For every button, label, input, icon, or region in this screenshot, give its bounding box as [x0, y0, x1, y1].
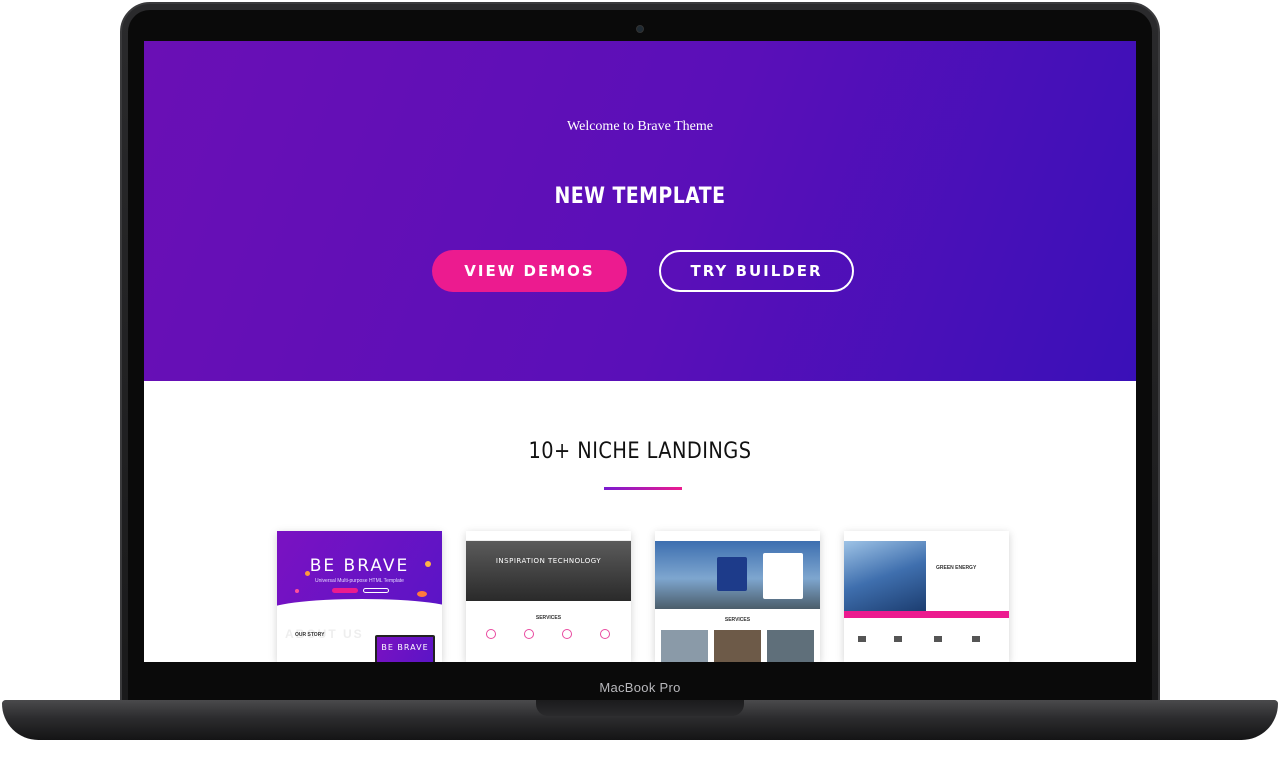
feature-icon — [972, 636, 980, 642]
thumb-accent-bar — [844, 611, 1009, 618]
thumb-photo — [714, 630, 761, 662]
thumb-services: SERVICES — [535, 615, 562, 621]
thumb-form — [763, 553, 803, 599]
thumb-mini-brand: BE BRAVE — [381, 643, 429, 652]
thumb-story: OUR STORY — [295, 632, 325, 638]
thumb-pill — [332, 588, 358, 593]
laptop-notch — [536, 700, 744, 716]
landing-thumb-logistics[interactable]: SERVICES — [655, 531, 820, 662]
device-label: MacBook Pro — [599, 680, 681, 695]
thumb-pill — [363, 588, 389, 593]
decor-dot — [417, 591, 427, 597]
solar-panel-image — [844, 541, 926, 611]
thumb-services: SERVICES — [724, 617, 751, 623]
feature-icon — [934, 636, 942, 642]
landing-thumb-technology[interactable]: INSPIRATION TECHNOLOGY SERVICES — [466, 531, 631, 662]
thumb-photo — [661, 630, 708, 662]
niche-title: 10+ NICHE LANDINGS — [528, 439, 752, 464]
landing-thumb-brave[interactable]: BE BRAVE Universal Multi-purpose HTML Te… — [277, 531, 442, 662]
thumb-wave — [277, 599, 442, 623]
screen: Welcome to Brave Theme NEW TEMPLATE VIEW… — [144, 41, 1136, 662]
hero-title: NEW TEMPLATE — [554, 184, 726, 209]
thumb-subtitle: Universal Multi-purpose HTML Template — [315, 578, 404, 584]
service-icon — [524, 629, 534, 639]
try-builder-button[interactable]: TRY BUILDER — [659, 250, 854, 292]
thumb-nav — [466, 531, 631, 541]
camera-icon — [636, 25, 644, 33]
feature-icon — [858, 636, 866, 642]
title-underline — [604, 487, 682, 490]
thumb-photo — [767, 630, 814, 662]
view-demos-button[interactable]: VIEW DEMOS — [432, 250, 627, 292]
laptop-frame: Welcome to Brave Theme NEW TEMPLATE VIEW… — [0, 0, 1280, 760]
thumb-brand: BE BRAVE — [309, 556, 410, 576]
hero-welcome: Welcome to Brave Theme — [567, 119, 713, 134]
thumb-banner — [466, 541, 631, 601]
truck-icon — [717, 557, 747, 591]
landing-thumb-energy[interactable]: GREEN ENERGY — [844, 531, 1009, 662]
service-icon — [562, 629, 572, 639]
service-icon — [600, 629, 610, 639]
service-icon — [486, 629, 496, 639]
decor-dot — [295, 589, 299, 593]
thumb-nav — [655, 531, 820, 541]
thumb-heading: GREEN ENERGY — [936, 565, 977, 571]
feature-icon — [894, 636, 902, 642]
hero-section: Welcome to Brave Theme NEW TEMPLATE VIEW… — [144, 41, 1136, 381]
thumb-banner-text: INSPIRATION TECHNOLOGY — [495, 557, 602, 565]
